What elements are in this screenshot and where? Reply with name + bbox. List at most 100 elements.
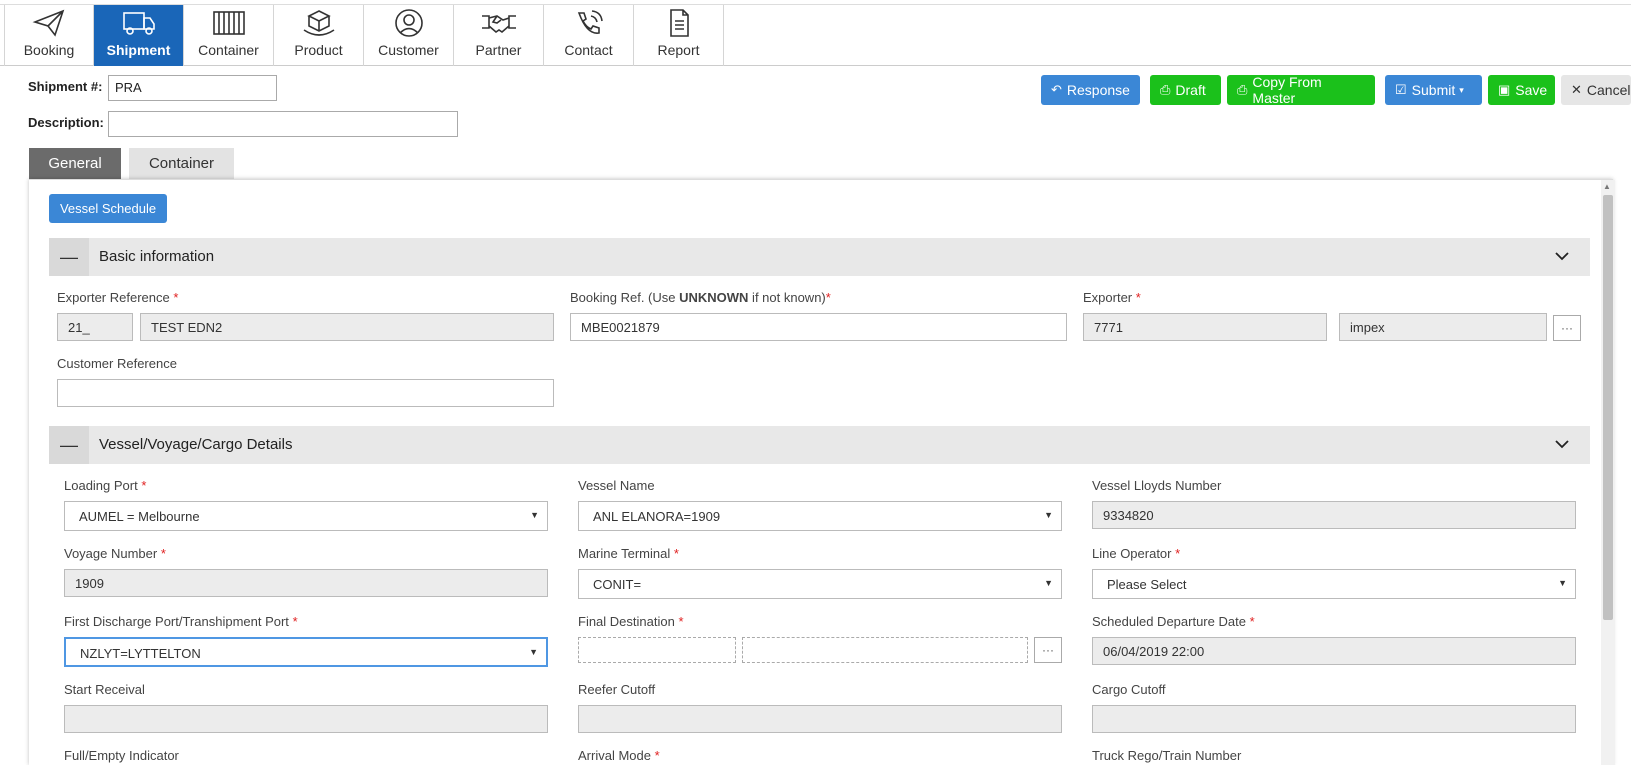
nav-tab-product[interactable]: Product [274, 5, 364, 66]
draft-button-label: Draft [1175, 82, 1206, 98]
draft-button[interactable]: ⎙ Draft [1150, 75, 1221, 105]
scroll-up-icon[interactable]: ▲ [1603, 182, 1611, 191]
label-text: Loading Port [64, 478, 138, 493]
label-text: Line Operator [1092, 546, 1172, 561]
required-mark: * [173, 290, 179, 305]
submit-button[interactable]: ☑ Submit ▾ [1385, 75, 1482, 105]
required-mark: * [1249, 614, 1255, 629]
exporter-reference-name[interactable]: TEST EDN2 [140, 313, 554, 341]
voyage-number-input[interactable]: 1909 [64, 569, 548, 597]
nav-tab-contact[interactable]: Contact [544, 5, 634, 66]
vessel-voyage-cargo-header: — Vessel/Voyage/Cargo Details [49, 426, 1590, 464]
caret-down-icon: ▼ [1044, 510, 1053, 520]
truck-icon [122, 12, 155, 35]
final-destination-code-input[interactable] [578, 637, 736, 663]
top-navigation: Booking Shipment Container Product Custo… [0, 4, 1631, 66]
collapse-toggle[interactable]: — [49, 426, 89, 464]
nav-tab-label: Booking [23, 42, 75, 58]
required-mark: * [673, 546, 679, 561]
caret-down-icon: ▼ [530, 510, 539, 520]
exporter-reference-code[interactable]: 21_ [57, 313, 133, 341]
nav-tab-partner[interactable]: Partner [454, 5, 544, 66]
exporter-lookup-button[interactable]: ··· [1553, 315, 1581, 341]
save-button[interactable]: ▣ Save [1488, 75, 1555, 105]
scheduled-departure-input[interactable]: 06/04/2019 22:00 [1092, 637, 1576, 665]
marine-terminal-select[interactable]: CONIT= ▼ [578, 569, 1062, 599]
vessel-schedule-button[interactable]: Vessel Schedule [49, 194, 167, 223]
nav-tab-label: Report [657, 42, 700, 58]
exporter-reference-label: Exporter Reference * [57, 290, 178, 305]
label-text: Final Destination [578, 614, 675, 629]
cancel-button-label: Cancel [1586, 82, 1631, 98]
loading-port-label: Loading Port * [64, 478, 146, 493]
box-icon [303, 10, 334, 36]
full-empty-label: Full/Empty Indicator [64, 748, 179, 763]
chevron-down-icon[interactable] [1554, 436, 1570, 452]
cargo-cutoff-input[interactable] [1092, 705, 1576, 733]
label-text: Exporter Reference [57, 290, 170, 305]
description-input[interactable] [108, 111, 458, 137]
select-value: ANL ELANORA=1909 [593, 509, 721, 524]
nav-tab-container[interactable]: Container [184, 5, 274, 66]
vessel-lloyds-input[interactable]: 9334820 [1092, 501, 1576, 529]
loading-port-select[interactable]: AUMEL = Melbourne ▼ [64, 501, 548, 531]
label-text: if not known) [748, 290, 826, 305]
section-title: Basic information [99, 248, 215, 265]
reefer-cutoff-input[interactable] [578, 705, 1062, 733]
required-mark: * [141, 478, 147, 493]
customer-reference-input[interactable] [57, 379, 554, 407]
nav-tab-label: Customer [378, 42, 439, 58]
final-destination-name-input[interactable] [742, 637, 1028, 663]
label-text: Voyage Number [64, 546, 158, 561]
truck-rego-label: Truck Rego/Train Number [1092, 748, 1242, 763]
required-mark: * [654, 748, 660, 763]
reefer-cutoff-label: Reefer Cutoff [578, 682, 656, 697]
nav-tab-customer[interactable]: Customer [364, 5, 454, 66]
select-value: CONIT= [593, 577, 642, 592]
marine-terminal-label: Marine Terminal * [578, 546, 679, 561]
label-text: Marine Terminal [578, 546, 671, 561]
booking-ref-input[interactable]: MBE0021879 [570, 313, 1067, 341]
handshake-icon [481, 15, 516, 34]
phone-icon [577, 10, 603, 34]
tab-container[interactable]: Container [129, 148, 234, 179]
checkbox-icon: ☑ [1395, 82, 1407, 97]
copy-from-master-button[interactable]: ⎙ Copy From Master [1227, 74, 1375, 106]
exporter-name[interactable]: impex [1339, 313, 1547, 341]
exporter-code[interactable]: 7771 [1083, 313, 1327, 341]
required-mark: * [678, 614, 684, 629]
final-destination-lookup-button[interactable]: ··· [1034, 637, 1062, 663]
nav-tab-booking[interactable]: Booking [4, 5, 94, 66]
first-discharge-label: First Discharge Port/Transhipment Port * [64, 614, 298, 629]
required-mark: * [1135, 290, 1141, 305]
chevron-down-icon: ▾ [1459, 84, 1464, 95]
nav-tab-label: Product [294, 42, 343, 58]
collapse-toggle[interactable]: — [49, 238, 89, 276]
label-bold: UNKNOWN [679, 290, 749, 305]
scrollbar-thumb[interactable] [1603, 195, 1613, 620]
line-operator-select[interactable]: Please Select ▼ [1092, 569, 1576, 599]
chevron-down-icon[interactable] [1554, 248, 1570, 264]
shipment-number-input[interactable]: PRA [108, 75, 277, 101]
customer-reference-label: Customer Reference [57, 356, 177, 371]
nav-tab-report[interactable]: Report [634, 5, 724, 66]
cancel-button[interactable]: ✕ Cancel [1561, 75, 1631, 105]
label-text: First Discharge Port/Transhipment Port [64, 614, 289, 629]
tab-general[interactable]: General [29, 148, 121, 179]
arrival-mode-label: Arrival Mode * [578, 748, 660, 763]
close-icon: ✕ [1571, 82, 1582, 97]
reply-icon: ↶ [1051, 82, 1062, 97]
nav-tab-label: Partner [475, 42, 522, 58]
vessel-name-label: Vessel Name [578, 478, 655, 493]
select-value: Please Select [1107, 577, 1187, 592]
first-discharge-select[interactable]: NZLYT=LYTTELTON ▼ [64, 637, 548, 667]
nav-tab-label: Contact [564, 42, 613, 58]
exporter-label: Exporter * [1083, 290, 1141, 305]
vessel-name-select[interactable]: ANL ELANORA=1909 ▼ [578, 501, 1062, 531]
select-value: AUMEL = Melbourne [79, 509, 200, 524]
start-receival-input[interactable] [64, 705, 548, 733]
response-button-label: Response [1066, 82, 1130, 98]
label-text: Exporter [1083, 290, 1133, 305]
response-button[interactable]: ↶ Response [1041, 75, 1140, 105]
nav-tab-shipment[interactable]: Shipment [94, 5, 184, 66]
